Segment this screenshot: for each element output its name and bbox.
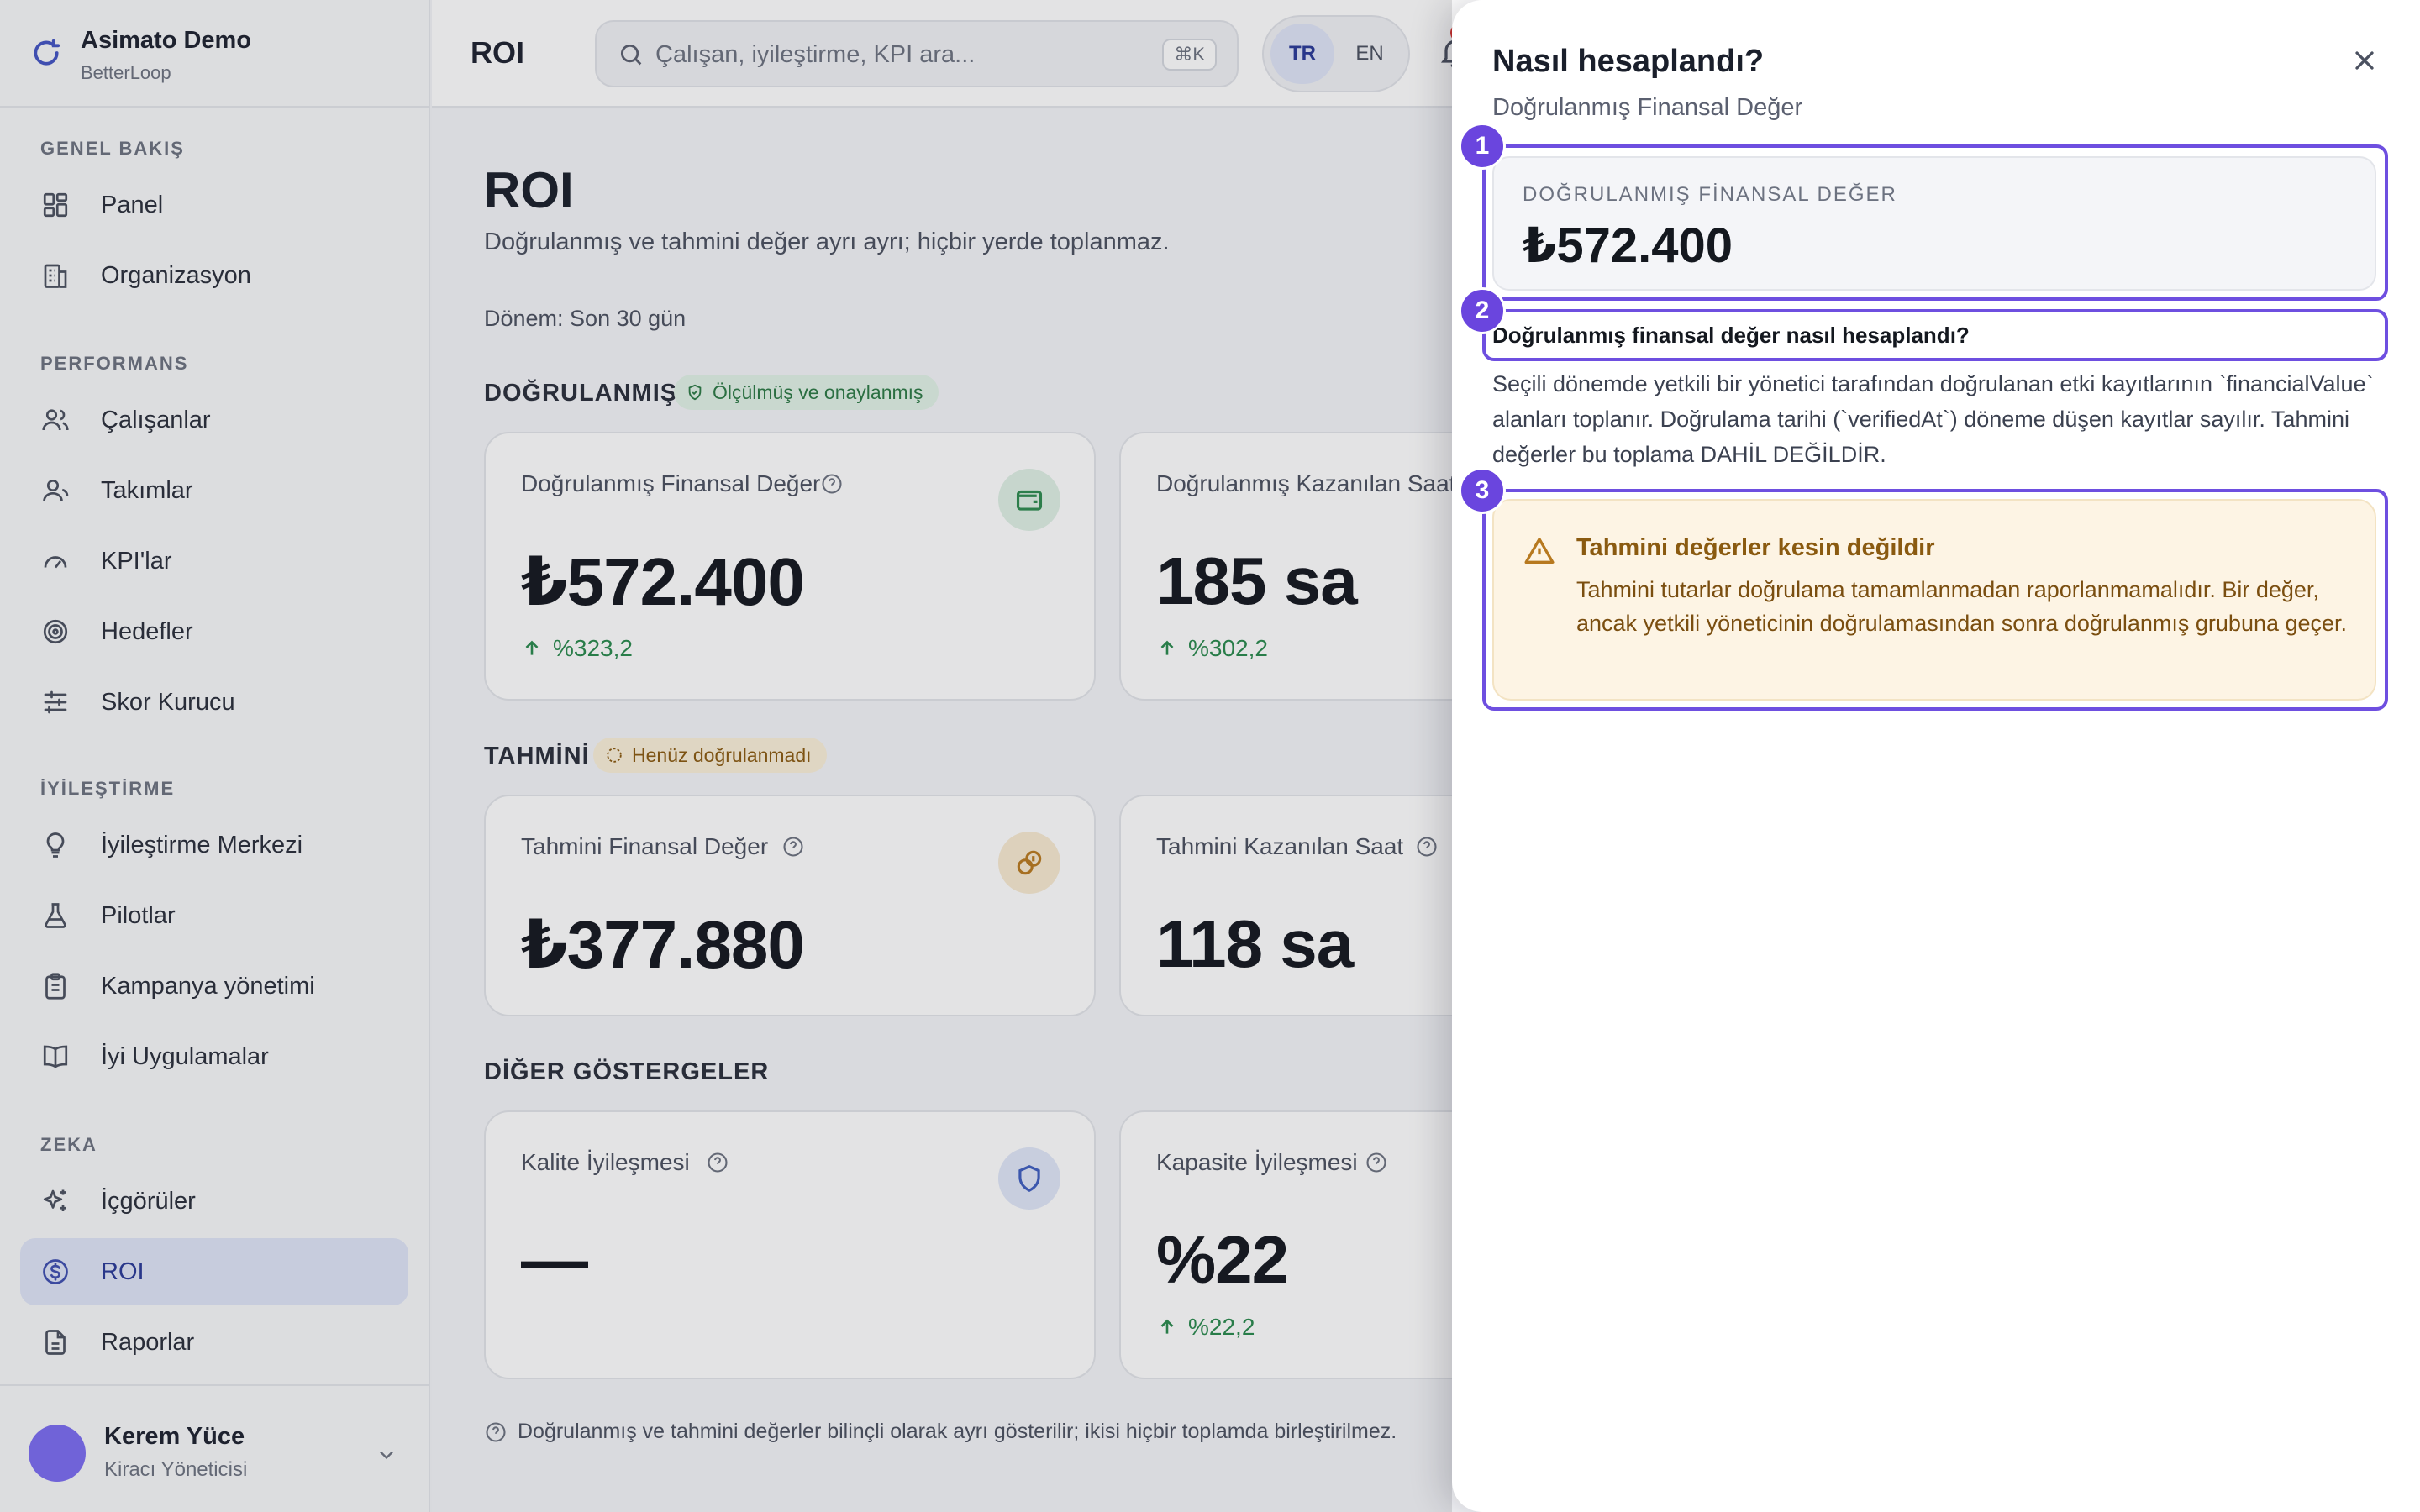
explanation-drawer: Nasıl hesaplandı? Doğrulanmış Finansal D… [1452,0,2420,1512]
modal-backdrop[interactable] [0,0,1452,1512]
highlight-step-3 [1482,489,2388,711]
close-icon[interactable] [2349,45,2380,76]
step-marker-3: 3 [1459,467,1506,514]
step-marker-1: 1 [1459,123,1506,170]
highlight-step-2 [1482,309,2388,361]
drawer-subtitle: Doğrulanmış Finansal Değer [1492,94,1803,121]
drawer-title: Nasıl hesaplandı? [1492,44,1765,79]
highlight-step-1 [1482,144,2388,301]
explanation-text: Seçili dönemde yetkili bir yönetici tara… [1492,371,2374,467]
step-marker-2: 2 [1459,287,1506,334]
